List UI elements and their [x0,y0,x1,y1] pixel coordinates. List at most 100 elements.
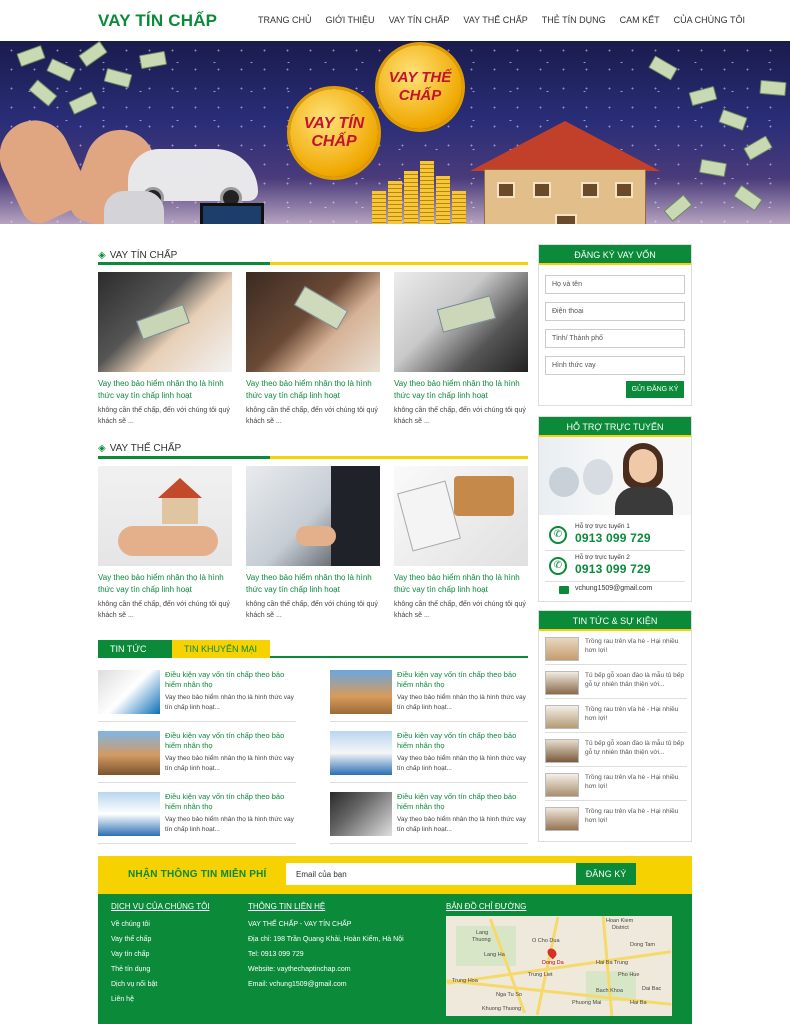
news-title[interactable]: Điều kiện vay vốn tín chấp theo bảo hiểm… [397,731,527,751]
nav-item-about[interactable]: GIỚI THIỆU [326,15,375,25]
side-news-item[interactable]: Tủ bếp gỗ xoan đào là mẫu tủ bếp gỗ tự n… [545,737,687,767]
support-email[interactable]: vchung1509@gmail.com [575,585,652,592]
article-image[interactable] [246,272,380,372]
footer-contact-line[interactable]: Email: vchung1509@gmail.com [248,977,404,992]
side-news-text[interactable]: Trồng rau trên vỉa hè - Hại nhiều hơn lợ… [585,773,685,791]
support-phone-number[interactable]: 0913 099 729 [575,562,651,576]
nav-item-secured-loan[interactable]: VAY THẾ CHẤP [463,15,527,25]
support-phone-number[interactable]: 0913 099 729 [575,531,651,545]
nav-item-commitment[interactable]: CAM KẾT [620,15,660,25]
nav-item-unsecured-loan[interactable]: VAY TÍN CHẤP [389,15,450,25]
newsletter-subscribe-button[interactable]: ĐĂNG KÝ [576,863,636,885]
news-item[interactable]: Điều kiện vay vốn tín chấp theo bảo hiểm… [330,792,528,844]
map-widget[interactable]: Hoan Kiem District Lang Thuong O Cho Dua… [446,916,672,1016]
news-thumbnail[interactable] [330,670,392,714]
nav-item-ours[interactable]: CỦA CHÚNG TÔI [674,15,745,25]
side-news-text[interactable]: Tủ bếp gỗ xoan đào là mẫu tủ bếp gỗ tự n… [585,739,685,757]
side-news-item[interactable]: Tủ bếp gỗ xoan đào là mẫu tủ bếp gỗ tự n… [545,669,687,699]
article-card[interactable]: Vay theo bảo hiểm nhân thọ là hình thức … [246,466,380,621]
article-title[interactable]: Vay theo bảo hiểm nhân thọ là hình thức … [98,378,232,402]
news-title[interactable]: Điều kiện vay vốn tín chấp theo bảo hiểm… [165,670,295,690]
side-news-item[interactable]: Trồng rau trên vỉa hè - Hại nhiều hơn lợ… [545,771,687,801]
full-name-field[interactable]: Họ và tên [545,275,685,294]
side-news-thumbnail[interactable] [545,637,579,661]
news-title[interactable]: Điều kiện vay vốn tín chấp theo bảo hiểm… [397,792,527,812]
article-title[interactable]: Vay theo bảo hiểm nhân thọ là hình thức … [394,572,528,596]
side-news-text[interactable]: Tủ bếp gỗ xoan đào là mẫu tủ bếp gỗ tự n… [585,671,685,689]
loan-type-field[interactable]: Hình thức vay [545,356,685,375]
footer-link[interactable]: Liên hệ [111,992,210,1007]
news-thumbnail[interactable] [98,731,160,775]
news-item[interactable]: Điều kiện vay vốn tín chấp theo bảo hiểm… [98,731,296,783]
map-label: Lang Ha [484,952,505,958]
news-item[interactable]: Điều kiện vay vốn tín chấp theo bảo hiểm… [98,670,296,722]
article-card[interactable]: Vay theo bảo hiểm nhân thọ là hình thức … [98,272,232,427]
support-agent-photo [539,437,691,515]
footer-contact-line[interactable]: Website: vaythechaptinchap.com [248,962,404,977]
news-thumbnail[interactable] [98,792,160,836]
coin-stack-illustration [372,191,386,224]
footer-link[interactable]: Vay thế chấp [111,932,210,947]
nav-item-credit-card[interactable]: THẺ TÍN DỤNG [542,15,606,25]
footer-link[interactable]: Vay tín chấp [111,947,210,962]
divider [545,581,685,582]
phone-field[interactable]: Điện thoại [545,302,685,321]
footer-link[interactable]: Dịch vụ nổi bật [111,977,210,992]
coin-stack-illustration [452,191,466,224]
side-news-text[interactable]: Trồng rau trên vỉa hè - Hại nhiều hơn lợ… [585,807,685,825]
news-item[interactable]: Điều kiện vay vốn tín chấp theo bảo hiểm… [330,731,528,783]
article-card[interactable]: Vay theo bảo hiểm nhân thọ là hình thức … [246,272,380,427]
news-excerpt: Vay theo bảo hiểm nhân thọ là hình thức … [165,755,294,772]
article-image[interactable] [394,466,528,566]
tab-promotions[interactable]: TIN KHUYẾN MẠI [172,640,270,658]
submit-register-button[interactable]: GỬI ĐĂNG KÝ [626,381,684,398]
news-title[interactable]: Điều kiện vay vốn tín chấp theo bảo hiểm… [165,792,295,812]
footer-contact: THÔNG TIN LIÊN HỆ VAY THẾ CHẤP - VAY TÍN… [248,902,404,992]
side-news-item[interactable]: Trồng rau trên vỉa hè - Hại nhiều hơn lợ… [545,635,687,665]
nav-item-home[interactable]: TRANG CHỦ [258,15,312,25]
news-thumbnail[interactable] [330,731,392,775]
house-body [484,169,646,224]
news-item[interactable]: Điều kiện vay vốn tín chấp theo bảo hiểm… [98,792,296,844]
site-header: VAY TÍN CHẤP TRANG CHỦ GIỚI THIỆU VAY TÍ… [0,0,790,42]
article-title[interactable]: Vay theo bảo hiểm nhân thọ là hình thức … [98,572,232,596]
article-card[interactable]: Vay theo bảo hiểm nhân thọ là hình thức … [394,466,528,621]
side-news-thumbnail[interactable] [545,739,579,763]
tab-news[interactable]: TIN TỨC [98,640,172,658]
article-image[interactable] [246,466,380,566]
news-title[interactable]: Điều kiện vay vốn tín chấp theo bảo hiểm… [397,670,527,690]
article-image[interactable] [98,272,232,372]
side-news-item[interactable]: Trồng rau trên vỉa hè - Hại nhiều hơn lợ… [545,703,687,733]
article-image[interactable] [98,466,232,566]
article-excerpt: không cần thế chấp, đến với chúng tôi qu… [394,407,526,425]
section-divider [98,262,528,265]
news-item[interactable]: Điều kiện vay vốn tín chấp theo bảo hiểm… [330,670,528,722]
side-news-text[interactable]: Trồng rau trên vỉa hè - Hại nhiều hơn lợ… [585,705,685,723]
article-title[interactable]: Vay theo bảo hiểm nhân thọ là hình thức … [394,378,528,402]
news-title[interactable]: Điều kiện vay vốn tín chấp theo bảo hiểm… [165,731,295,751]
divider [545,550,685,551]
side-news-thumbnail[interactable] [545,773,579,797]
site-logo[interactable]: VAY TÍN CHẤP [98,11,217,31]
article-image[interactable] [394,272,528,372]
article-card[interactable]: Vay theo bảo hiểm nhân thọ là hình thức … [98,466,232,621]
newsletter-email-input[interactable]: Email của bạn [286,863,576,885]
hand-illustration [296,526,336,546]
side-news-thumbnail[interactable] [545,807,579,831]
province-field[interactable]: Tỉnh/ Thành phố [545,329,685,348]
article-card[interactable]: Vay theo bảo hiểm nhân thọ là hình thức … [394,272,528,427]
map-label: Dong Da [542,960,564,966]
article-title[interactable]: Vay theo bảo hiểm nhân thọ là hình thức … [246,572,380,596]
side-news-item[interactable]: Trồng rau trên vỉa hè - Hại nhiều hơn lợ… [545,805,687,835]
side-news-thumbnail[interactable] [545,671,579,695]
house-model-icon [454,476,514,516]
support-line-1[interactable]: ✆ Hỗ trợ trực tuyến 1 0913 099 729 [549,523,689,549]
footer-link[interactable]: Về chúng tôi [111,917,210,932]
footer-link[interactable]: Thẻ tín dụng [111,962,210,977]
side-news-text[interactable]: Trồng rau trên vỉa hè - Hại nhiều hơn lợ… [585,637,685,655]
article-title[interactable]: Vay theo bảo hiểm nhân thọ là hình thức … [246,378,380,402]
side-news-thumbnail[interactable] [545,705,579,729]
news-thumbnail[interactable] [98,670,160,714]
support-line-2[interactable]: ✆ Hỗ trợ trực tuyến 2 0913 099 729 [549,554,689,580]
news-thumbnail[interactable] [330,792,392,836]
